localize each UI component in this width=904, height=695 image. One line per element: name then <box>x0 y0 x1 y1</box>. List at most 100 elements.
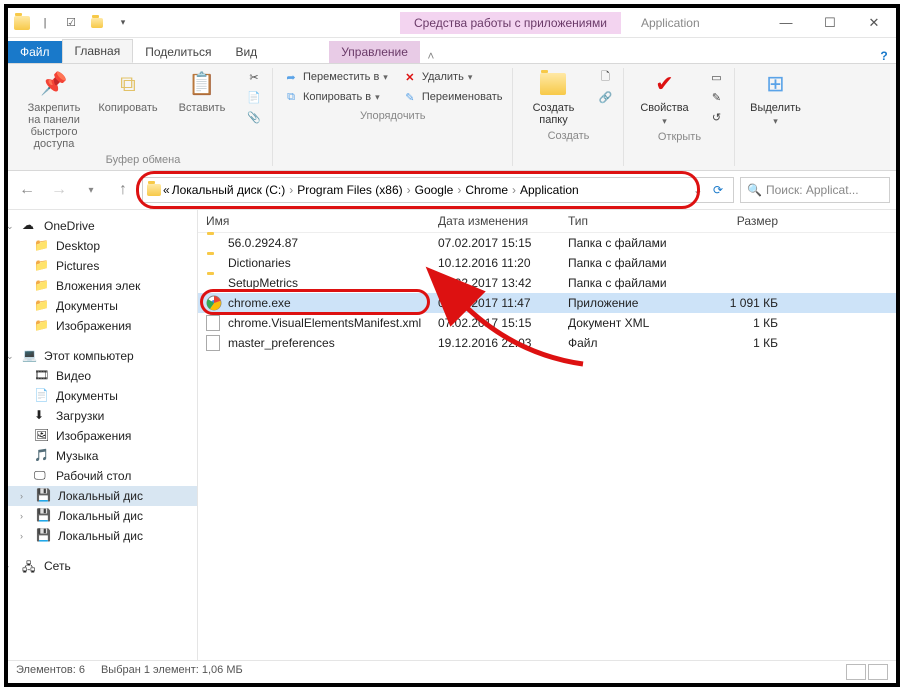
tree-network[interactable]: ›🖧Сеть <box>8 556 197 576</box>
close-button[interactable]: ✕ <box>852 9 896 37</box>
group-organize-label: Упорядочить <box>360 110 425 122</box>
easy-access-button[interactable]: 🔗 <box>595 88 615 106</box>
paste-button[interactable]: 📋 Вставить <box>170 68 234 114</box>
properties-button[interactable]: ✔ Свойства <box>632 68 696 127</box>
tree-attachments[interactable]: 📁Вложения элек <box>8 276 197 296</box>
tree-onedrive[interactable]: ⌄☁OneDrive <box>8 216 197 236</box>
cut-button[interactable]: ✂ <box>244 68 264 86</box>
tree-localdisk-selected[interactable]: ›💾Локальный дис <box>8 486 197 506</box>
chevron-right-icon[interactable]: › <box>407 183 411 197</box>
search-icon: 🔍 <box>747 183 762 197</box>
col-date[interactable]: Дата изменения <box>438 214 568 228</box>
ribbon-collapse-icon[interactable]: ˄ <box>420 49 442 63</box>
file-row[interactable]: SetupMetrics17.02.2017 13:42Папка с файл… <box>198 273 896 293</box>
chevron-right-icon[interactable]: › <box>457 183 461 197</box>
tab-home[interactable]: Главная <box>62 39 134 63</box>
file-row[interactable]: chrome.VisualElementsManifest.xml07.02.2… <box>198 313 896 333</box>
col-size[interactable]: Размер <box>718 214 798 228</box>
crumb-0[interactable]: Локальный диск (C:) <box>172 183 286 197</box>
easyaccess-icon: 🔗 <box>597 89 613 105</box>
qat-newfolder-icon[interactable] <box>86 12 108 34</box>
crumb-4[interactable]: Application <box>520 183 579 197</box>
up-button[interactable]: ↑ <box>110 177 136 203</box>
body: ⌄☁OneDrive 📁Desktop 📁Pictures 📁Вложения … <box>8 210 896 660</box>
chevron-right-icon[interactable]: › <box>512 183 516 197</box>
help-icon[interactable]: ? <box>872 49 896 63</box>
nav-tree[interactable]: ⌄☁OneDrive 📁Desktop 📁Pictures 📁Вложения … <box>8 210 198 660</box>
tree-downloads[interactable]: ⬇Загрузки <box>8 406 197 426</box>
tab-view[interactable]: Вид <box>223 41 269 63</box>
folder-icon <box>206 275 222 291</box>
new-small: 🗋 🔗 <box>595 68 615 106</box>
history-button[interactable]: ↺ <box>706 108 726 126</box>
recent-button[interactable]: ▾ <box>78 177 104 203</box>
rename-icon: ✎ <box>402 89 418 105</box>
delete-button[interactable]: ✕Удалить <box>400 68 505 86</box>
video-icon: 🎞 <box>34 368 50 384</box>
rename-label: Переименовать <box>422 91 503 103</box>
cloud-icon: ☁ <box>22 218 38 234</box>
file-row[interactable]: Dictionaries10.12.2016 11:20Папка с файл… <box>198 253 896 273</box>
pin-quickaccess-button[interactable]: 📌 Закрепить на панели быстрого доступа <box>22 68 86 150</box>
tree-docs2[interactable]: 📄Документы <box>8 386 197 406</box>
tree-desktop2[interactable]: 🖵Рабочий стол <box>8 466 197 486</box>
addr-dropdown-icon[interactable]: ⌄ <box>693 183 703 197</box>
crumb-2[interactable]: Google <box>415 183 454 197</box>
maximize-button[interactable]: ☐ <box>808 9 852 37</box>
forward-button[interactable]: → <box>46 177 72 203</box>
tree-documents[interactable]: 📁Документы <box>8 296 197 316</box>
file-row[interactable]: 56.0.2924.8707.02.2017 15:15Папка с файл… <box>198 233 896 253</box>
move-to-button[interactable]: ➦Переместить в <box>281 68 390 86</box>
tree-localdisk3[interactable]: ›💾Локальный дис <box>8 526 197 546</box>
tree-localdisk2[interactable]: ›💾Локальный дис <box>8 506 197 526</box>
copy-button[interactable]: ⧉ Копировать <box>96 68 160 114</box>
tree-images2[interactable]: 🖼Изображения <box>8 426 197 446</box>
minimize-button[interactable]: — <box>764 9 808 37</box>
search-input[interactable]: 🔍 Поиск: Applicat... <box>740 177 890 203</box>
select-label: Выделить <box>750 102 801 114</box>
address-bar[interactable]: « Локальный диск (C:)› Program Files (x8… <box>142 177 734 203</box>
delete-label: Удалить <box>422 71 464 83</box>
paste-shortcut-button[interactable]: 📎 <box>244 108 264 126</box>
file-row[interactable]: chrome.exe01.02.2017 11:47Приложение1 09… <box>198 293 896 313</box>
tab-share[interactable]: Поделиться <box>133 41 223 63</box>
back-button[interactable]: ← <box>14 177 40 203</box>
view-details-icon[interactable] <box>846 664 866 680</box>
tree-video[interactable]: 🎞Видео <box>8 366 197 386</box>
new-folder-button[interactable]: Создать папку <box>521 68 585 126</box>
col-type[interactable]: Тип <box>568 214 718 228</box>
file-row[interactable]: master_preferences19.12.2016 22:03Файл1 … <box>198 333 896 353</box>
copyto-label: Копировать в <box>303 91 371 103</box>
tree-images[interactable]: 📁Изображения <box>8 316 197 336</box>
group-new: Создать папку 🗋 🔗 Создать <box>513 68 624 166</box>
crumb-1[interactable]: Program Files (x86) <box>297 183 402 197</box>
edit-button[interactable]: ✎ <box>706 88 726 106</box>
ribbon: 📌 Закрепить на панели быстрого доступа ⧉… <box>8 64 896 171</box>
newfolder-label: Создать папку <box>521 102 585 126</box>
select-button[interactable]: ⊞ Выделить <box>743 68 807 127</box>
tree-desktop[interactable]: 📁Desktop <box>8 236 197 256</box>
tab-manage[interactable]: Управление <box>329 41 420 63</box>
tree-thispc[interactable]: ⌄💻Этот компьютер <box>8 346 197 366</box>
qat-customize-icon[interactable]: ▾ <box>112 12 134 34</box>
col-name[interactable]: Имя <box>198 214 438 228</box>
refresh-button[interactable]: ⟳ <box>707 183 729 197</box>
tab-file[interactable]: Файл <box>8 41 62 63</box>
qat-props-icon[interactable]: ☑ <box>60 12 82 34</box>
file-date: 07.02.2017 15:15 <box>438 316 568 330</box>
rename-button[interactable]: ✎ Переименовать <box>400 88 505 106</box>
chevron-right-icon[interactable]: › <box>289 183 293 197</box>
crumb-3[interactable]: Chrome <box>465 183 508 197</box>
drive-icon: 💾 <box>36 488 52 504</box>
open-button[interactable]: ▭ <box>706 68 726 86</box>
file-type: Папка с файлами <box>568 236 718 250</box>
view-large-icon[interactable] <box>868 664 888 680</box>
move-icon: ➦ <box>283 69 299 85</box>
tree-music[interactable]: 🎵Музыка <box>8 446 197 466</box>
new-item-button[interactable]: 🗋 <box>595 68 615 86</box>
copy-path-button[interactable]: 📄 <box>244 88 264 106</box>
tree-pictures[interactable]: 📁Pictures <box>8 256 197 276</box>
breadcrumb-overflow[interactable]: « <box>163 183 170 197</box>
copy-to-button[interactable]: ⧉Копировать в <box>281 88 390 106</box>
column-headers[interactable]: Имя Дата изменения Тип Размер <box>198 210 896 233</box>
